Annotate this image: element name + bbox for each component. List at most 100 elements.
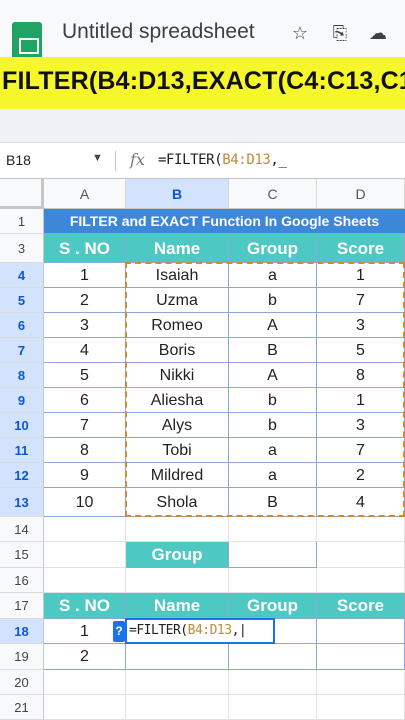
table-cell[interactable]: 10 (44, 488, 126, 517)
table-cell[interactable]: Aliesha (126, 388, 229, 413)
cloud-status-icon[interactable]: ☁ (366, 21, 390, 45)
empty-cell[interactable] (44, 517, 126, 542)
row-header-10[interactable]: 10 (0, 413, 44, 438)
table-cell[interactable]: Boris (126, 338, 229, 363)
table-cell[interactable]: 7 (317, 438, 405, 463)
result-header-cell[interactable]: Score (317, 593, 405, 619)
table-cell[interactable]: 1 (317, 263, 405, 288)
cell-editor[interactable]: =FILTER(B4:D13,| (125, 618, 275, 644)
table-header-cell[interactable]: Group (229, 234, 317, 263)
table-cell[interactable]: 4 (44, 338, 126, 363)
sheet-title[interactable]: FILTER and EXACT Function In Google Shee… (44, 209, 405, 234)
table-cell[interactable]: B (229, 488, 317, 517)
move-to-folder-icon[interactable]: ⎘ (328, 21, 352, 45)
criteria-label[interactable]: Group (126, 542, 229, 568)
empty-cell[interactable] (317, 568, 405, 593)
column-header-d[interactable]: D (317, 179, 405, 209)
empty-cell[interactable] (229, 695, 317, 720)
table-header-cell[interactable]: S . NO (44, 234, 126, 263)
select-all-corner[interactable] (0, 179, 44, 209)
result-cell[interactable] (317, 644, 405, 670)
table-cell[interactable]: b (229, 288, 317, 313)
table-cell[interactable]: 1 (44, 263, 126, 288)
empty-cell[interactable] (317, 542, 405, 568)
table-cell[interactable]: 7 (44, 413, 126, 438)
table-cell[interactable]: 7 (317, 288, 405, 313)
empty-cell[interactable] (126, 568, 229, 593)
empty-cell[interactable] (44, 568, 126, 593)
table-cell[interactable]: 5 (317, 338, 405, 363)
sheets-logo-icon[interactable] (12, 22, 42, 60)
row-header-21[interactable]: 21 (0, 695, 44, 720)
row-header-15[interactable]: 15 (0, 542, 44, 568)
row-header-13[interactable]: 13 (0, 488, 44, 517)
empty-cell[interactable] (44, 670, 126, 695)
empty-cell[interactable] (44, 695, 126, 720)
result-cell[interactable] (317, 619, 405, 644)
table-cell[interactable]: 9 (44, 463, 126, 488)
row-header-6[interactable]: 6 (0, 313, 44, 338)
empty-cell[interactable] (229, 670, 317, 695)
empty-cell[interactable] (126, 695, 229, 720)
table-cell[interactable]: Mildred (126, 463, 229, 488)
result-cell[interactable]: 2 (44, 644, 126, 670)
table-cell[interactable]: 8 (44, 438, 126, 463)
formula-help-icon[interactable]: ? (113, 621, 125, 642)
row-header-1[interactable]: 1 (0, 209, 44, 234)
row-header-17[interactable]: 17 (0, 593, 44, 619)
row-header-20[interactable]: 20 (0, 670, 44, 695)
table-cell[interactable]: Tobi (126, 438, 229, 463)
chevron-down-icon[interactable]: ▼ (92, 152, 103, 164)
row-header-8[interactable]: 8 (0, 363, 44, 388)
row-header-3[interactable]: 3 (0, 234, 44, 263)
formula-input[interactable]: =FILTER(B4:D13,_ (158, 152, 287, 168)
table-cell[interactable]: 6 (44, 388, 126, 413)
table-cell[interactable]: Isaiah (126, 263, 229, 288)
table-cell[interactable]: 3 (44, 313, 126, 338)
table-cell[interactable]: A (229, 313, 317, 338)
result-header-cell[interactable]: Group (229, 593, 317, 619)
name-box[interactable]: B18 (6, 152, 31, 168)
result-header-cell[interactable]: Name (126, 593, 229, 619)
empty-cell[interactable] (317, 517, 405, 542)
empty-cell[interactable] (317, 670, 405, 695)
table-cell[interactable]: 2 (44, 288, 126, 313)
row-header-5[interactable]: 5 (0, 288, 44, 313)
result-header-cell[interactable]: S . NO (44, 593, 126, 619)
table-cell[interactable]: Romeo (126, 313, 229, 338)
empty-cell[interactable] (126, 670, 229, 695)
document-title[interactable]: Untitled spreadsheet (62, 20, 255, 44)
table-cell[interactable]: a (229, 463, 317, 488)
table-cell[interactable]: B (229, 338, 317, 363)
table-cell[interactable]: Shola (126, 488, 229, 517)
row-header-14[interactable]: 14 (0, 517, 44, 542)
empty-cell[interactable] (229, 568, 317, 593)
table-cell[interactable]: a (229, 263, 317, 288)
empty-cell[interactable] (126, 517, 229, 542)
table-cell[interactable]: a (229, 438, 317, 463)
column-header-b[interactable]: B (126, 179, 229, 209)
table-cell[interactable]: 4 (317, 488, 405, 517)
table-cell[interactable]: b (229, 388, 317, 413)
row-header-7[interactable]: 7 (0, 338, 44, 363)
row-header-12[interactable]: 12 (0, 463, 44, 488)
table-cell[interactable]: Nikki (126, 363, 229, 388)
row-header-19[interactable]: 19 (0, 644, 44, 670)
criteria-input[interactable] (229, 542, 317, 568)
empty-cell[interactable] (44, 542, 126, 568)
table-cell[interactable]: 8 (317, 363, 405, 388)
star-icon[interactable]: ☆ (288, 21, 312, 45)
empty-cell[interactable] (317, 695, 405, 720)
table-cell[interactable]: 3 (317, 313, 405, 338)
row-header-18[interactable]: 18 (0, 619, 44, 644)
table-cell[interactable]: 5 (44, 363, 126, 388)
result-cell[interactable] (126, 644, 229, 670)
table-header-cell[interactable]: Score (317, 234, 405, 263)
table-cell[interactable]: 1 (317, 388, 405, 413)
table-cell[interactable]: Alys (126, 413, 229, 438)
table-cell[interactable]: 3 (317, 413, 405, 438)
row-header-16[interactable]: 16 (0, 568, 44, 593)
column-header-a[interactable]: A (44, 179, 126, 209)
table-cell[interactable]: A (229, 363, 317, 388)
table-cell[interactable]: Uzma (126, 288, 229, 313)
